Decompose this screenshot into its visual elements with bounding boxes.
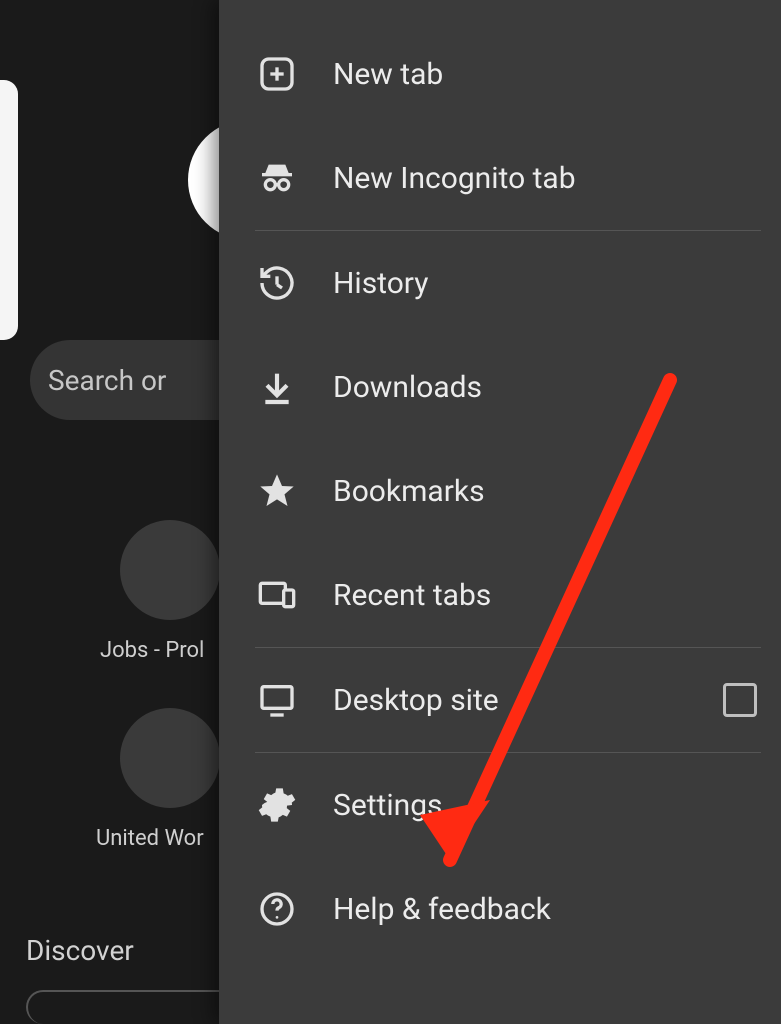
menu-item-label: Desktop site: [333, 683, 499, 718]
menu-desktop-site[interactable]: Desktop site: [219, 648, 781, 752]
desktop-site-checkbox[interactable]: [723, 683, 757, 717]
devices-icon: [255, 573, 299, 617]
menu-item-label: Settings: [333, 788, 443, 823]
shortcut-label-2: United Wor: [96, 826, 204, 851]
shortcut-label-1: Jobs - Prol: [100, 638, 204, 663]
menu-history[interactable]: History: [219, 231, 781, 335]
white-stub: [0, 80, 18, 340]
overflow-menu: New tab New Incognito tab History: [219, 0, 781, 1024]
menu-help-feedback[interactable]: Help & feedback: [219, 857, 781, 961]
star-icon: [255, 469, 299, 513]
menu-item-label: New Incognito tab: [333, 161, 576, 196]
menu-item-label: Recent tabs: [333, 578, 491, 613]
menu-item-label: History: [333, 266, 428, 301]
history-icon: [255, 261, 299, 305]
menu-recent-tabs[interactable]: Recent tabs: [219, 543, 781, 647]
plus-square-icon: [255, 52, 299, 96]
discover-heading: Discover: [26, 934, 134, 967]
shortcut-tile-1[interactable]: [120, 520, 220, 620]
gear-icon: [255, 783, 299, 827]
menu-downloads[interactable]: Downloads: [219, 335, 781, 439]
menu-new-tab[interactable]: New tab: [219, 22, 781, 126]
incognito-icon: [255, 156, 299, 200]
menu-item-label: Bookmarks: [333, 474, 485, 509]
search-placeholder: Search or: [48, 364, 166, 397]
menu-new-incognito[interactable]: New Incognito tab: [219, 126, 781, 230]
download-icon: [255, 365, 299, 409]
menu-item-label: Downloads: [333, 370, 482, 405]
menu-bookmarks[interactable]: Bookmarks: [219, 439, 781, 543]
shortcut-tile-2[interactable]: [120, 708, 220, 808]
monitor-icon: [255, 678, 299, 722]
menu-item-label: New tab: [333, 57, 443, 92]
help-icon: [255, 887, 299, 931]
menu-settings[interactable]: Settings: [219, 753, 781, 857]
menu-item-label: Help & feedback: [333, 892, 551, 927]
